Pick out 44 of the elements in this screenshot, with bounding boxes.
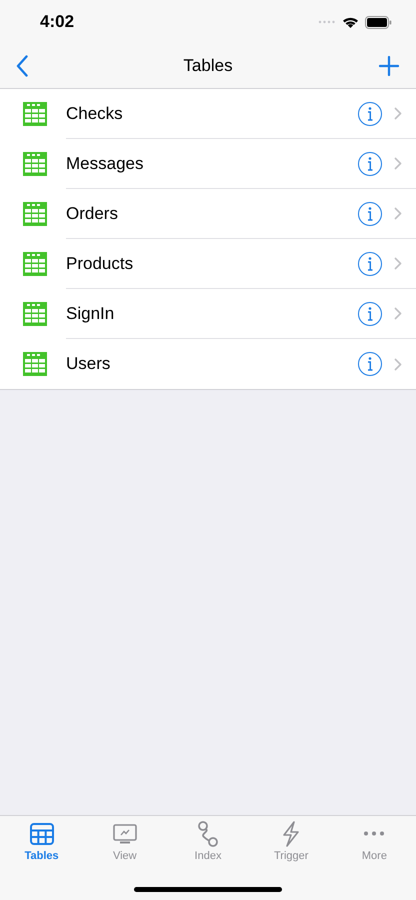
info-icon (367, 357, 373, 371)
chevron-icon (394, 157, 402, 170)
table-icon (22, 251, 48, 277)
table-icon (22, 101, 48, 127)
chevron-icon (394, 207, 402, 220)
table-name[interactable]: Products (66, 250, 358, 276)
info-icon (367, 306, 373, 320)
table-icon (22, 351, 48, 377)
battery-icon (365, 16, 392, 28)
info-icon (367, 256, 373, 270)
chevron-icon (394, 257, 402, 270)
chevron-icon (394, 107, 402, 120)
info-button[interactable] (358, 352, 382, 376)
monitor-icon (112, 824, 137, 844)
info-button[interactable] (358, 302, 382, 326)
table-icon (22, 151, 48, 177)
table-name[interactable]: Checks (66, 100, 358, 126)
info-button[interactable] (358, 252, 382, 276)
info-button[interactable] (358, 102, 382, 126)
plus-icon (379, 56, 399, 76)
table-name[interactable]: Orders (66, 200, 358, 226)
nav-title: Tables (183, 55, 233, 78)
chevron-icon (394, 358, 402, 370)
grid-icon (30, 822, 54, 845)
info-button[interactable] (358, 202, 382, 226)
table-name[interactable]: Messages (66, 150, 358, 176)
wifi-icon (342, 16, 359, 28)
table-icon (22, 201, 48, 227)
add-button[interactable] (378, 55, 400, 77)
bolt-icon (281, 820, 302, 847)
more-icon (363, 831, 386, 836)
info-icon (367, 106, 373, 120)
info-button[interactable] (358, 152, 382, 176)
table-name[interactable]: Users (66, 351, 358, 377)
tab[interactable]: Tables (0, 820, 84, 864)
info-icon (367, 206, 373, 220)
signal-icon (318, 20, 336, 24)
status-time: 4:02 (40, 11, 74, 34)
back-icon (16, 55, 28, 77)
connected-circles-icon (196, 820, 220, 847)
info-icon (367, 156, 373, 170)
table-icon (22, 301, 48, 327)
table-name[interactable]: SignIn (66, 300, 358, 326)
chevron-icon (394, 307, 402, 320)
